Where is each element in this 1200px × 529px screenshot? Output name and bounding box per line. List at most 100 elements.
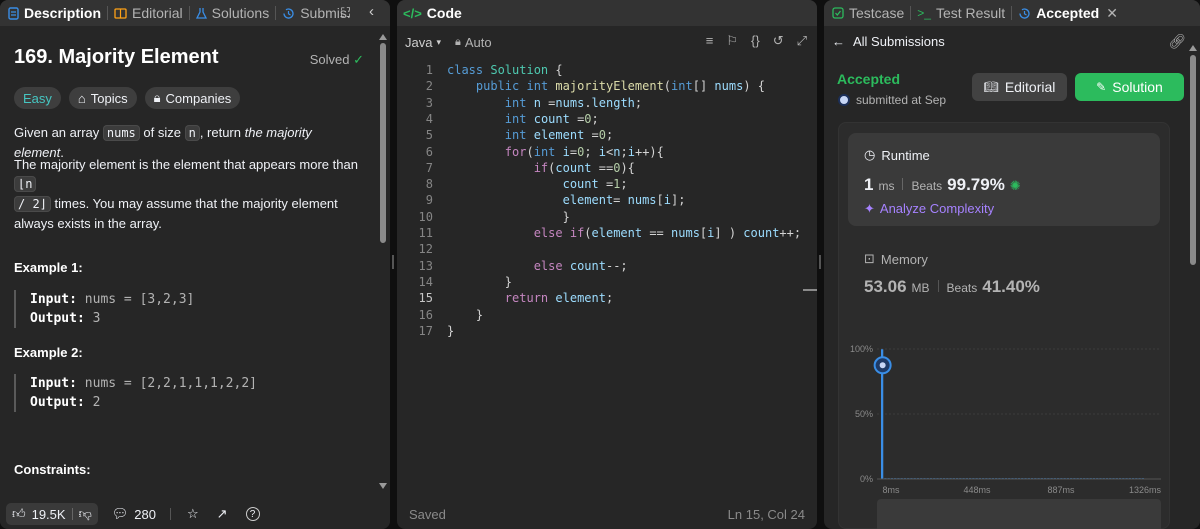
code-line: count =1; [562,177,628,192]
tab-test-result[interactable]: >_ Test Result [911,5,1011,21]
companies-button[interactable]: 🔒︎ Companies [144,87,241,109]
thumbs-down-icon[interactable]: 👎︎ [79,506,92,522]
tab-testcase[interactable]: Testcase [824,5,910,21]
inline-code: n [184,125,200,141]
close-icon[interactable]: ✕ [1106,5,1118,22]
like-button[interactable]: 👍︎ 19.5K 👎︎ [6,503,98,525]
topics-button[interactable]: ⌂ Topics [68,87,137,109]
link-icon[interactable]: 🔗︎ [1168,33,1186,50]
lock-icon: 🔒︎ [153,90,161,105]
resize-handle[interactable] [819,255,821,269]
language-select[interactable]: Java ▾ [405,35,441,50]
editor-toolbar: Java ▾ 🔒︎ Auto ≡ ⚐ {} ↺ ⤢ [397,30,817,54]
scrollbar-thumb[interactable] [380,43,386,243]
analyze-label: Analyze Complexity [879,201,995,216]
code-line: return element; [504,291,614,306]
output-value: 2 [84,395,101,410]
editor-scroll-marker [803,289,817,291]
help-icon[interactable]: ? [245,507,260,521]
line-number: 4 [425,111,433,126]
code-line: element= nums[i]; [562,193,686,208]
tab-testcase-label: Testcase [849,5,905,21]
comments-button[interactable]: 💬︎ 280 [106,506,156,522]
scrollbar-thumb[interactable] [1190,55,1196,265]
scroll-up-arrow[interactable] [1189,45,1197,51]
runtime-stats: 1 ms Beats 99.79% ✺ [864,175,1021,195]
share-icon[interactable]: ↗ [217,506,228,522]
runtime-value: 1 [864,175,874,194]
tab-code-label: Code [426,5,462,21]
editor-actions: ≡ ⚐ {} ↺ ⤢ [706,33,807,49]
text: The majority element is the element that… [14,157,358,172]
inline-code: / 2⌋ [14,196,51,212]
memory-label: Memory [880,251,928,267]
text: , return [199,125,245,140]
runtime-card[interactable]: ◷ Runtime 1 ms Beats 99.79% ✺ ✦ Analyze … [848,133,1160,226]
memory-section[interactable]: ⊡ Memory 53.06 MB Beats 41.40% [864,251,1040,297]
resize-handle[interactable] [392,255,394,269]
editorial-label: Editorial [1004,79,1056,95]
clock-icon: ◷ [864,147,876,162]
analyze-complexity-link[interactable]: ✦ Analyze Complexity [864,201,994,217]
tab-accepted[interactable]: Accepted ✕ [1012,5,1124,22]
input-value: nums = [2,2,1,1,1,2,2] [76,376,257,391]
check-circle-icon: ✓ [353,52,364,67]
expand-icon[interactable]: ⤢ [797,33,807,49]
tab-description[interactable]: Description [0,5,107,21]
collapse-chevron-icon[interactable]: ‹ [369,3,374,20]
line-number: 17 [418,323,433,338]
inline-code: nums [102,125,140,141]
code-line: else count--; [533,258,628,273]
output-value: 3 [84,311,101,326]
like-count: 19.5K [31,506,66,522]
clap-icon: ✺ [1009,178,1021,193]
code-line: for(int i=0; i<n;i++){ [504,144,664,159]
lock-icon: 🔒︎ [455,35,461,48]
x-tick-label: 1326ms [1129,485,1162,495]
tab-editorial[interactable]: Editorial [108,5,189,21]
autocomplete-toggle[interactable]: 🔒︎ Auto [455,35,492,50]
divider [170,508,171,520]
code-line: class Solution { [447,63,563,77]
tab-solutions[interactable]: Solutions [190,5,276,21]
runtime-unit: ms [878,179,895,193]
inline-code: ⌊n [14,176,37,192]
chip-icon: ⊡ [864,251,875,266]
code-line: } [447,323,455,338]
bookmark-icon[interactable]: ⚐ [726,33,738,49]
language-label: Java [405,34,433,50]
back-to-submissions[interactable]: ← All Submissions [832,34,945,49]
result-panel: Testcase >_ Test Result Accepted ✕ ← All… [824,0,1200,529]
tab-code[interactable]: </> Code [397,5,468,21]
code-line: else if(element == nums[i] ) count++; [533,226,802,240]
editorial-button[interactable]: 📖︎ Editorial [972,73,1067,101]
maximize-icon[interactable]: ⛶ [341,5,350,21]
solution-button[interactable]: ✎ Solution [1075,73,1184,101]
chart-range-slider[interactable] [877,499,1161,529]
output-label: Output: [30,395,85,410]
memory-stats: 53.06 MB Beats 41.40% [864,277,1040,297]
line-number: 3 [425,95,433,110]
star-icon[interactable]: ☆ [187,506,199,522]
tab-description-label: Description [24,5,102,21]
save-status: Saved [409,506,446,522]
scroll-down-arrow[interactable] [379,483,387,489]
tab-accepted-label: Accepted [1036,5,1100,21]
line-number: 6 [425,144,433,159]
code-line: if(count ==0){ [533,160,635,175]
line-number: 16 [418,307,433,322]
code-tabbar: </> Code [397,0,817,26]
submitted-label: submitted at Sep [856,93,947,107]
braces-icon[interactable]: {} [751,33,760,49]
format-icon[interactable]: ≡ [706,33,714,49]
result-tabbar: Testcase >_ Test Result Accepted ✕ [824,0,1200,26]
line-number: 7 [425,160,433,175]
line-number: 15 [418,291,433,306]
chevron-down-icon: ▾ [436,36,441,47]
flask-icon [195,7,207,19]
check-square-icon [832,7,844,19]
scroll-up-arrow[interactable] [379,34,387,40]
solved-badge: Solved ✓ [310,52,364,68]
divider [902,178,904,190]
reset-icon[interactable]: ↺ [773,33,784,49]
